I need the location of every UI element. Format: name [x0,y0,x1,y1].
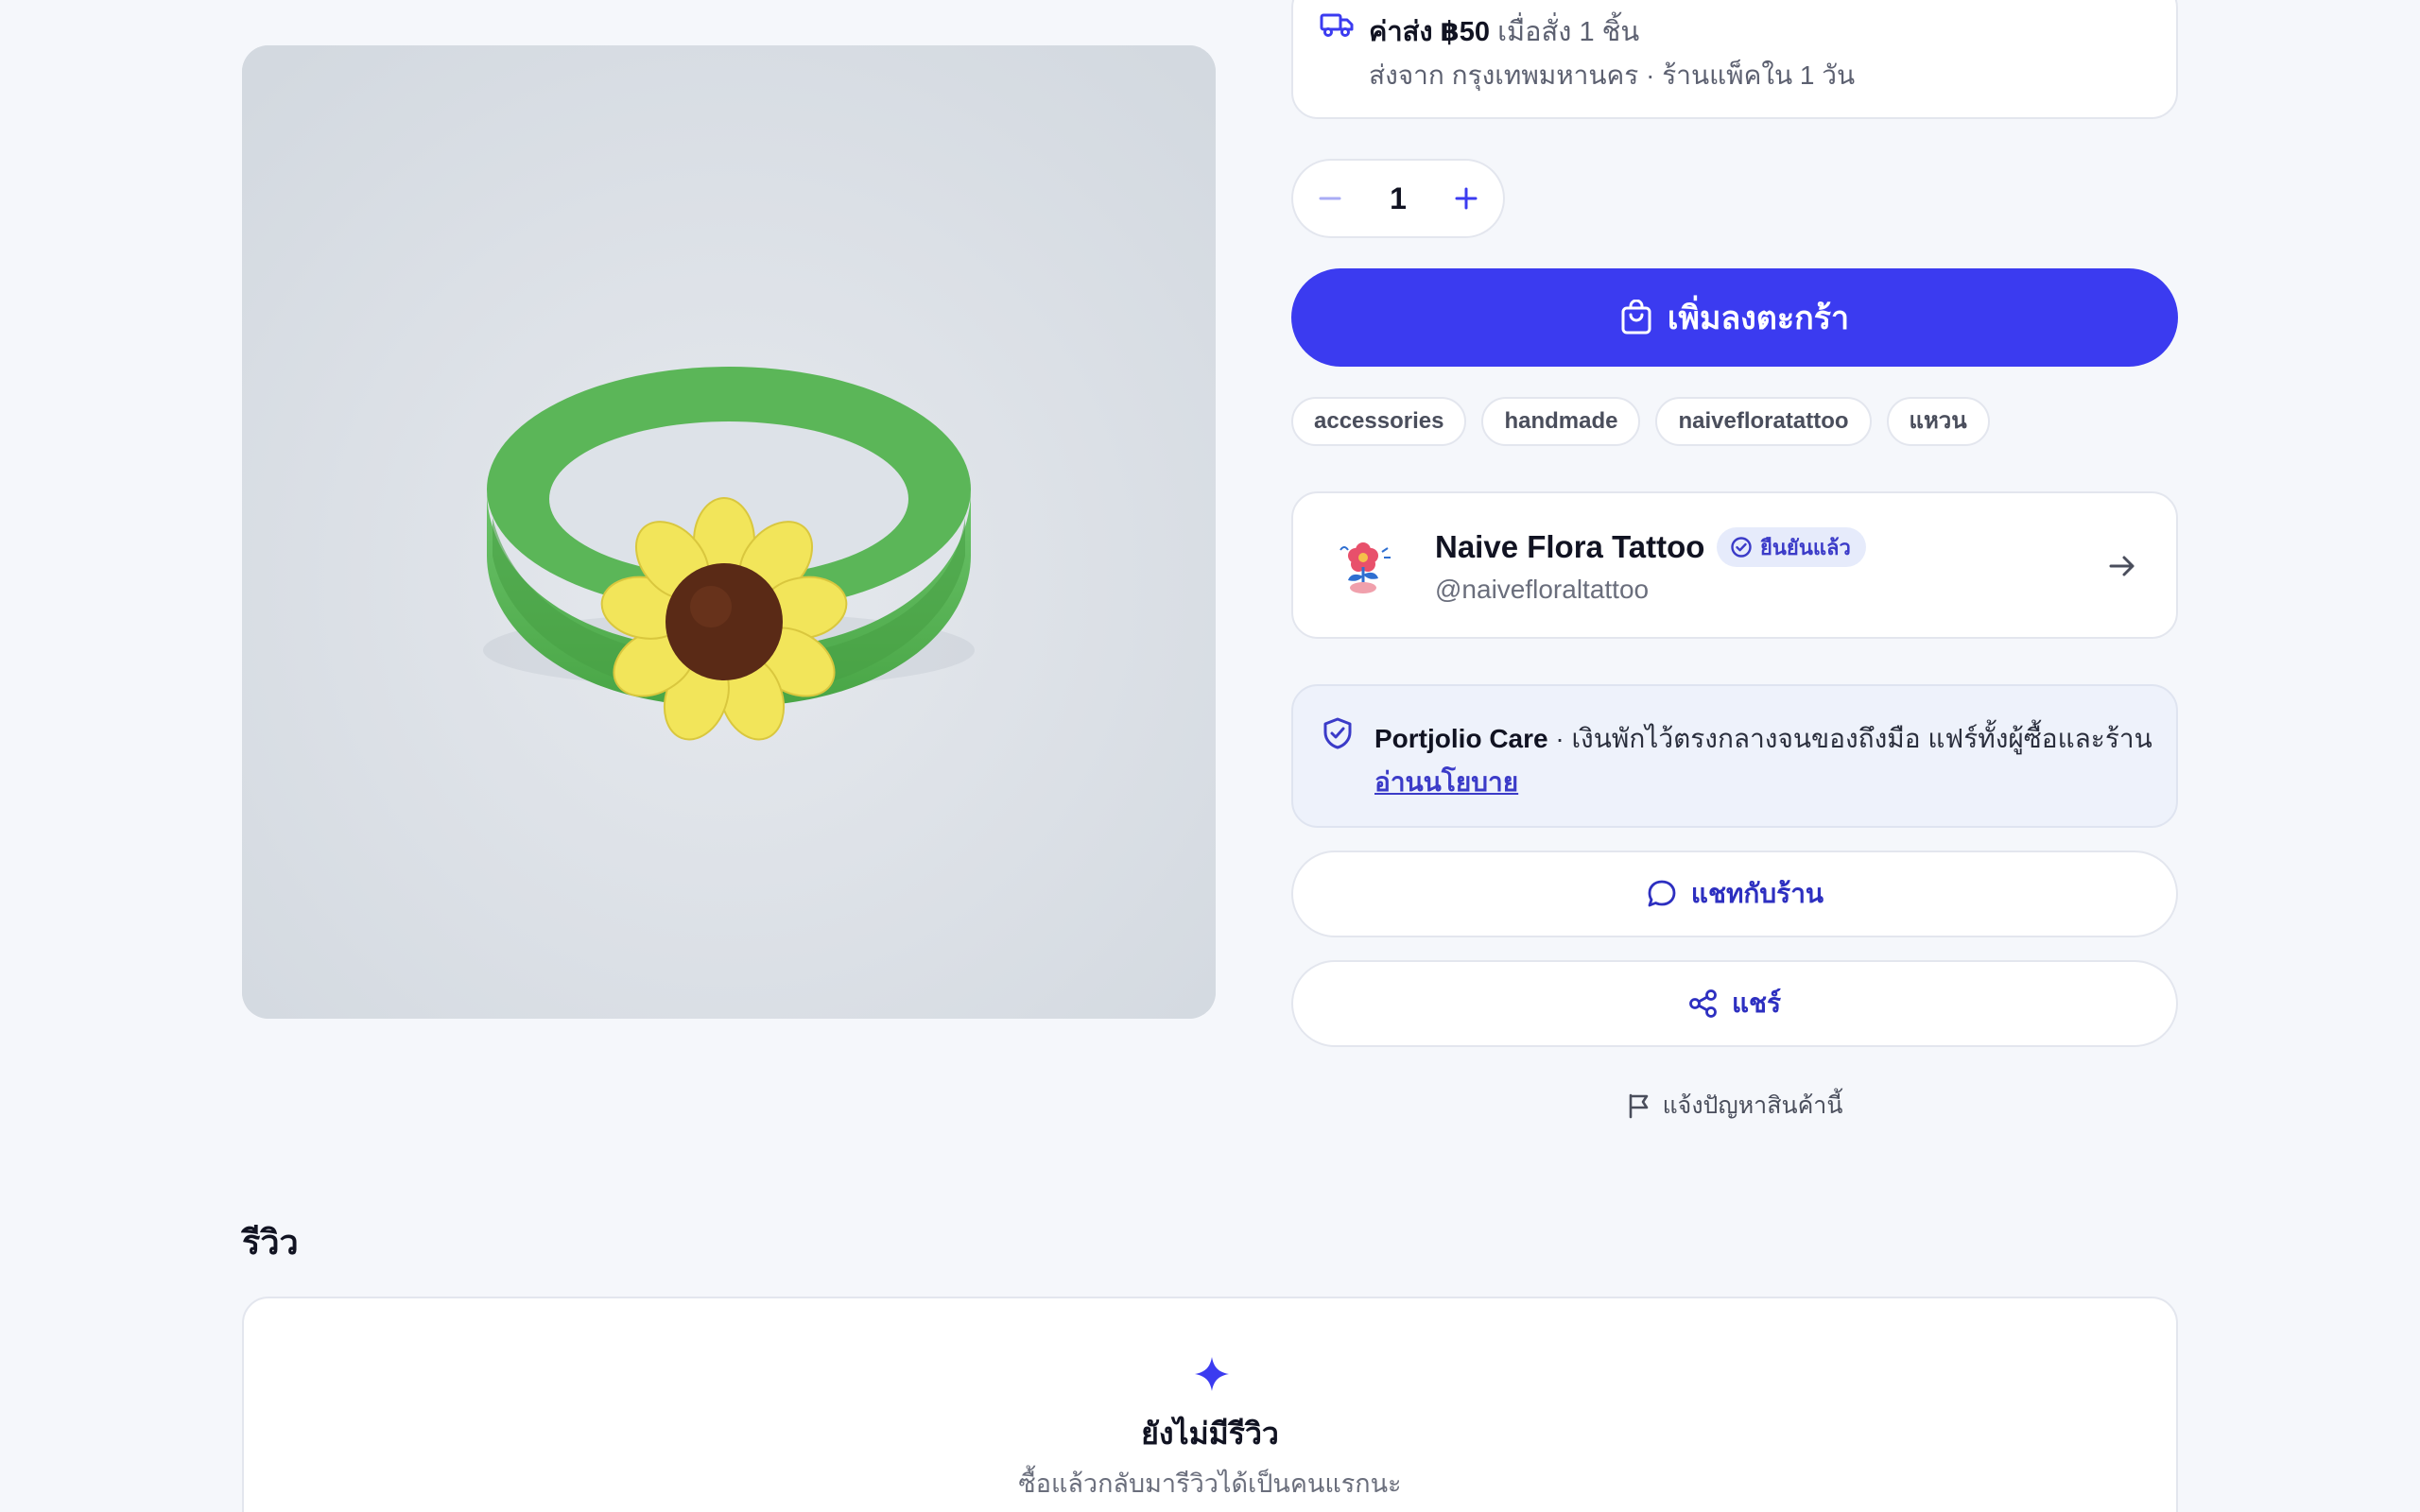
shipping-origin: ส่งจาก กรุงเทพมหานคร · ร้านแพ็คใน 1 วัน [1369,60,1856,90]
share-label: แชร์ [1731,988,1782,1018]
report-label: แจ้งปัญหาสินค้านี้ [1662,1092,1843,1119]
shop-handle: @naivefloraltattoo [1435,575,1650,604]
plus-icon [1455,187,1478,210]
verified-badge: ยืนยันแล้ว [1717,527,1866,567]
read-policy-link[interactable]: อ่านนโยบาย [1374,762,1518,803]
bag-icon [1621,300,1651,335]
care-description: Portjolio Care · เงินพักไว้ตรงกลางจนของถ… [1374,724,2152,753]
share-icon [1689,989,1717,1018]
minus-icon [1319,197,1341,200]
no-reviews-title: ยังไม่มีรีวิว [1141,1417,1279,1451]
chat-label: แชทกับร้าน [1690,879,1824,908]
verified-check-icon [1731,537,1752,558]
ring-photo [242,45,1216,1019]
truck-icon [1320,13,1354,37]
share-button[interactable]: แชร์ [1291,960,2178,1047]
quantity-value[interactable]: 1 [1359,161,1437,236]
chat-bubble-icon [1648,880,1676,907]
product-image[interactable] [242,45,1216,1019]
tag-accessories[interactable]: accessories [1291,397,1467,446]
add-to-cart-button[interactable]: เพิ่มลงตะกร้า [1291,268,2178,367]
tag-naivefloratattoo[interactable]: naivefloratattoo [1655,397,1872,446]
verified-label: ยืนยันแล้ว [1760,535,1851,559]
reviews-heading: รีวิว [242,1223,299,1262]
decrease-quantity-button[interactable] [1297,161,1363,236]
shield-check-icon [1323,717,1352,749]
no-reviews-subtitle: ซื้อแล้วกลับมารีวิวได้เป็นคนแรกนะ [1018,1469,1402,1498]
sparkle-icon [1195,1357,1229,1391]
shipping-card: ค่าส่ง ฿50 เมื่อสั่ง 1 ชิ้น ส่งจาก กรุงเ… [1291,0,2178,119]
tag-list: accessories handmade naivefloratattoo แห… [1291,397,1990,446]
buyer-protection-card: Portjolio Care · เงินพักไว้ตรงกลางจนของถ… [1291,684,2178,828]
shop-avatar [1328,530,1398,600]
product-page: ค่าส่ง ฿50 เมื่อสั่ง 1 ชิ้น ส่งจาก กรุงเ… [0,0,2420,1512]
increase-quantity-button[interactable] [1433,161,1499,236]
reviews-empty-state: ยังไม่มีรีวิว ซื้อแล้วกลับมารีวิวได้เป็น… [242,1297,2178,1512]
shipping-fee: ค่าส่ง ฿50 เมื่อสั่ง 1 ชิ้น [1369,17,1640,47]
tag-handmade[interactable]: handmade [1481,397,1641,446]
add-to-cart-label: เพิ่มลงตะกร้า [1667,301,1850,336]
shop-card[interactable]: Naive Flora Tattoo ยืนยันแล้ว @naiveflor… [1291,491,2178,639]
arrow-right-icon [2109,556,2135,576]
flag-icon [1629,1093,1648,1119]
report-product-link[interactable]: แจ้งปัญหาสินค้านี้ [1291,1087,2178,1125]
shop-name: Naive Flora Tattoo [1435,529,1705,564]
quantity-stepper: 1 [1291,159,1505,238]
tag-ring[interactable]: แหวน [1886,397,1990,446]
chat-with-shop-button[interactable]: แชทกับร้าน [1291,850,2178,937]
